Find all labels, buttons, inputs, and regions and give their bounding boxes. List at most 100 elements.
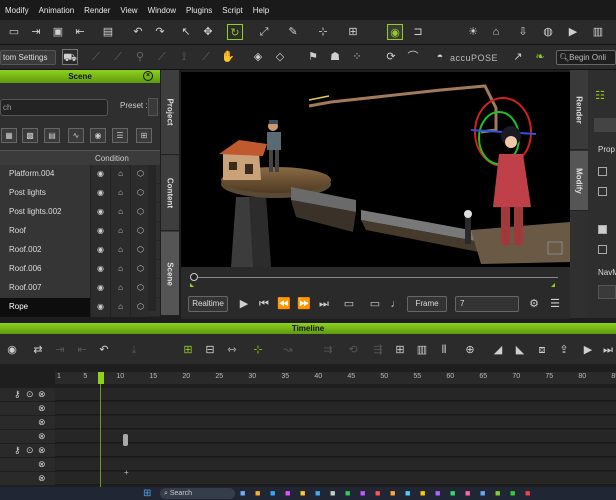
path-icon[interactable]: ⟋ [110, 49, 126, 65]
home-icon[interactable]: ⌂ [488, 24, 504, 40]
go-to-start-icon[interactable]: ⏮ [256, 296, 272, 312]
track-header[interactable]: ⊗ [0, 402, 55, 415]
app-icon-16[interactable]: ■ [465, 488, 470, 498]
timeline-clip-icon[interactable]: ▥ [414, 342, 430, 358]
time-slider[interactable] [193, 277, 558, 278]
track-header[interactable]: ⊗ [0, 472, 55, 485]
visibility-eye-icon[interactable]: ◉ [90, 241, 110, 260]
panel-icon[interactable]: ▥ [590, 24, 606, 40]
checkbox-2[interactable] [598, 187, 607, 196]
timeline-fit-icon[interactable]: ⊟ [202, 342, 218, 358]
close-icon[interactable]: ⊗ [38, 431, 46, 442]
visibility-eye-icon[interactable]: ◉ [90, 222, 110, 241]
timeline-marker-icon[interactable]: ⧈ [534, 342, 550, 358]
frame-dropdown[interactable]: Frame [407, 296, 447, 312]
app-icon-6[interactable]: ■ [315, 488, 320, 498]
timeline-loop-icon[interactable]: ⟲ [345, 342, 361, 358]
object-type-icon[interactable]: ⬡ [130, 203, 150, 222]
transform-icon[interactable]: ⟳ [383, 49, 399, 65]
track-header[interactable]: ⚷ ⊙ ⊗ [0, 388, 55, 401]
scene-row[interactable]: Platform.004 ◉ ⌂ ⬡ [0, 165, 160, 184]
fast-forward-icon[interactable]: ⏩ [296, 296, 312, 312]
app-icon-4[interactable]: ■ [285, 488, 290, 498]
close-icon[interactable]: ⊗ [38, 417, 46, 428]
track-header[interactable]: ⊗ [0, 430, 55, 443]
timeline-view-icon[interactable]: ◉ [4, 342, 20, 358]
tab-modify[interactable]: Modify [570, 151, 588, 211]
windows-start-icon[interactable]: ⊞ [143, 488, 151, 499]
visibility-toggle-icon[interactable]: ⊙ [26, 445, 34, 456]
app-icon-11[interactable]: ■ [390, 488, 395, 498]
sliders-icon[interactable]: ☷ [592, 88, 608, 104]
snap-icon[interactable]: ⊹ [315, 24, 331, 40]
scene-row[interactable]: Roof.006 ◉ ⌂ ⬡ [0, 260, 160, 279]
lock-icon[interactable]: ⌂ [110, 241, 130, 260]
timeline-track[interactable] [55, 388, 616, 401]
plane-icon[interactable]: ◇ [272, 49, 288, 65]
close-icon[interactable]: ⊗ [38, 445, 46, 456]
object-type-icon[interactable]: ⬡ [130, 184, 150, 203]
timeline-split-icon[interactable]: ⫴ [436, 342, 452, 358]
close-icon[interactable]: ⊗ [38, 473, 46, 484]
timeline-end-icon[interactable]: ⏭ [600, 342, 616, 358]
redo-icon[interactable]: ↷ [152, 24, 168, 40]
app-icon-5[interactable]: ■ [300, 488, 305, 498]
keyframe[interactable] [123, 434, 128, 446]
range-start-marker[interactable] [190, 283, 194, 287]
filter-tree-icon[interactable]: ⊞ [136, 128, 152, 143]
visibility-eye-icon[interactable]: ◉ [90, 298, 110, 317]
bend-icon[interactable]: ⌒ [405, 49, 421, 65]
new-file-icon[interactable]: ▭ [6, 24, 22, 40]
menu-view[interactable]: View [115, 6, 142, 15]
scene-row[interactable]: Roof.002 ◉ ⌂ ⬡ [0, 241, 160, 260]
timeline-zoom-icon[interactable]: ⊕ [462, 342, 478, 358]
close-icon[interactable]: × [143, 71, 153, 81]
audio-icon[interactable]: ♩ [388, 296, 404, 312]
app-icon-7[interactable]: ■ [330, 488, 335, 498]
time-slider-handle[interactable] [190, 273, 198, 281]
timeline-track[interactable] [55, 472, 616, 485]
tab-content[interactable]: Content [161, 156, 179, 231]
scene-row[interactable]: Post lights.002 ◉ ⌂ ⬡ [0, 203, 160, 222]
menu-script[interactable]: Script [217, 6, 247, 15]
accupose-label[interactable]: accuPOSE [450, 53, 498, 63]
camera-icon[interactable]: ⊐ [410, 24, 426, 40]
app-icon-17[interactable]: ■ [480, 488, 485, 498]
playbar-menu-icon[interactable]: ☰ [547, 296, 563, 312]
timeline-add-icon[interactable]: ⇥ [52, 342, 68, 358]
app-icon-19[interactable]: ■ [510, 488, 515, 498]
gesture-icon[interactable]: ✋ [220, 49, 236, 65]
app-icon-9[interactable]: ■ [360, 488, 365, 498]
close-icon[interactable]: ⊗ [38, 403, 46, 414]
visibility-eye-icon[interactable]: ◉ [90, 165, 110, 184]
menu-modify[interactable]: Modify [0, 6, 34, 15]
checkbox-3[interactable] [598, 225, 607, 234]
timeline-play-icon[interactable]: ▶ [580, 342, 596, 358]
track-header[interactable]: ⚷ ⊙ ⊗ [0, 444, 55, 457]
realtime-dropdown[interactable]: Realtime [188, 296, 228, 312]
search-input[interactable]: 🔍︎Begin Onli [556, 50, 616, 65]
filter-motion-icon[interactable]: ∿ [68, 128, 84, 143]
view-eye-icon[interactable]: ◉ [387, 24, 403, 40]
lock-icon[interactable]: ⌂ [110, 165, 130, 184]
timeline-insert-icon[interactable]: ⊞ [392, 342, 408, 358]
preset-button[interactable] [148, 98, 158, 116]
close-icon[interactable]: ⊗ [38, 389, 46, 400]
object-type-icon[interactable]: ⬡ [130, 260, 150, 279]
visibility-toggle-icon[interactable]: ⊙ [26, 389, 34, 400]
visibility-eye-icon[interactable]: ◉ [90, 203, 110, 222]
object-type-icon[interactable]: ⬡ [130, 279, 150, 298]
scene-row[interactable]: Rope ◉ ⌂ ⬡ [0, 298, 160, 317]
pick-icon[interactable]: ✎ [285, 24, 301, 40]
object-type-icon[interactable]: ⬡ [130, 165, 150, 184]
app-icon-20[interactable]: ■ [525, 488, 530, 498]
object-type-icon[interactable]: ⬡ [130, 222, 150, 241]
lock-icon[interactable]: ⌂ [110, 260, 130, 279]
walk-icon[interactable]: ⚲ [132, 49, 148, 65]
import-icon[interactable]: ⇥ [28, 24, 44, 40]
lock-icon[interactable]: ⌂ [110, 203, 130, 222]
settings-dropdown[interactable]: tom Settings [0, 50, 56, 65]
object-type-icon[interactable]: ⬡ [130, 241, 150, 260]
timeline-curve-icon[interactable]: ↝ [280, 342, 296, 358]
accupose-icon[interactable]: ◓ [432, 49, 448, 65]
